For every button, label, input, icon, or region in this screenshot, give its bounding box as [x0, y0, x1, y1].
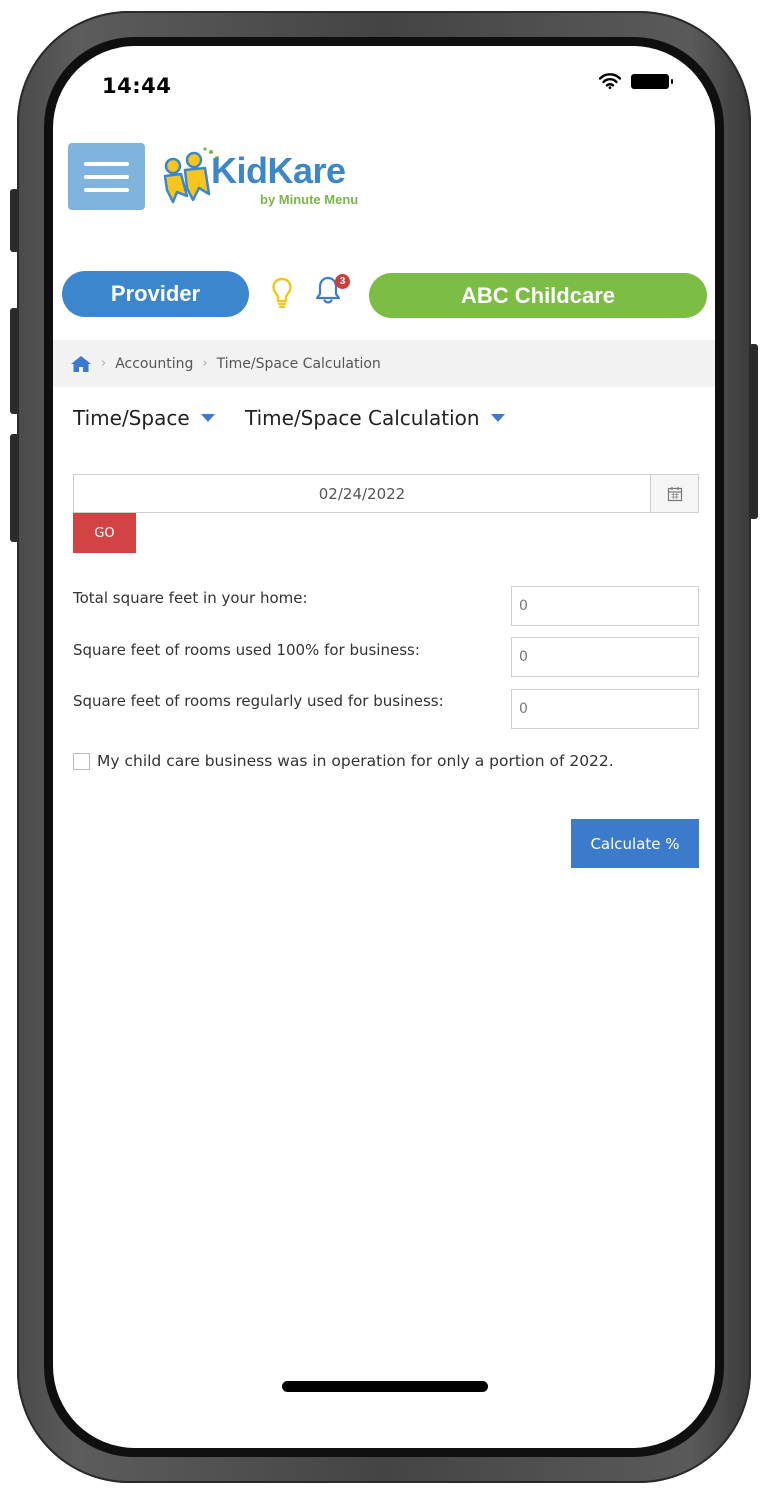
full-business-sqft-label: Square feet of rooms used 100% for busin…: [73, 641, 420, 659]
calendar-button[interactable]: [650, 475, 698, 512]
regular-business-sqft-input[interactable]: [511, 689, 699, 729]
calendar-icon: [667, 486, 682, 501]
phone-screen: 14:44 KidKare by Minute Menu Provider 3 …: [53, 46, 715, 1448]
dropdown-label: Time/Space Calculation: [245, 406, 480, 430]
partial-year-checkbox[interactable]: [73, 752, 90, 770]
breadcrumb-item-accounting[interactable]: Accounting: [115, 356, 193, 372]
logo-wordmark: KidKare: [211, 150, 346, 191]
date-picker: [73, 474, 699, 513]
total-sqft-label: Total square feet in your home:: [73, 589, 308, 607]
go-button[interactable]: GO: [73, 513, 136, 553]
home-icon[interactable]: [70, 355, 92, 373]
kidkare-logo: KidKare by Minute Menu: [161, 146, 401, 216]
status-icons: [599, 73, 673, 89]
caret-down-icon: [490, 414, 505, 422]
notification-badge: 3: [335, 274, 350, 289]
battery-icon: [631, 73, 673, 89]
hamburger-menu-button[interactable]: [68, 143, 145, 210]
breadcrumb-separator: ›: [202, 356, 208, 371]
caret-down-icon: [200, 414, 215, 422]
dropdown-label: Time/Space: [73, 406, 190, 430]
full-business-sqft-input[interactable]: [511, 637, 699, 677]
status-time: 14:44: [102, 74, 172, 98]
hamburger-icon-bar: [84, 174, 129, 179]
breadcrumb-item-current: Time/Space Calculation: [216, 355, 381, 372]
calculate-button[interactable]: Calculate %: [571, 819, 699, 868]
total-sqft-input[interactable]: [511, 586, 699, 626]
center-selector-button[interactable]: ABC Childcare: [369, 273, 707, 318]
logo-subtitle: by Minute Menu: [260, 192, 359, 207]
partial-year-label: My child care business was in operation …: [97, 752, 614, 770]
phone-frame: 14:44 KidKare by Minute Menu Provider 3 …: [17, 11, 751, 1483]
partial-year-row: My child care business was in operation …: [73, 752, 614, 770]
regular-business-sqft-label: Square feet of rooms regularly used for …: [73, 692, 444, 710]
hamburger-icon-bar: [84, 187, 129, 192]
breadcrumb-separator: ›: [101, 356, 107, 371]
provider-button[interactable]: Provider: [62, 271, 249, 317]
wifi-icon: [599, 73, 621, 89]
breadcrumb: › Accounting › Time/Space Calculation: [53, 340, 715, 387]
hamburger-icon-bar: [84, 161, 129, 166]
date-input[interactable]: [74, 475, 650, 512]
time-space-dropdown[interactable]: Time/Space: [73, 406, 215, 430]
lightbulb-icon[interactable]: [272, 277, 292, 309]
home-indicator: [282, 1381, 488, 1392]
time-space-calculation-dropdown[interactable]: Time/Space Calculation: [245, 406, 505, 430]
